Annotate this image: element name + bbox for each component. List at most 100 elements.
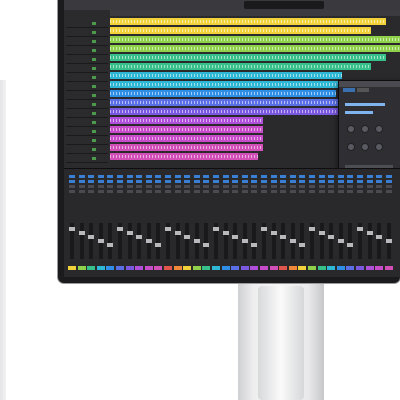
channel-strip	[298, 171, 307, 275]
plugin-slot	[232, 190, 239, 193]
track-header	[66, 20, 108, 28]
channel-strip	[336, 171, 345, 275]
channel-name-tag	[327, 266, 336, 270]
track-level-indicator	[92, 58, 96, 61]
plugin-slot	[385, 180, 392, 183]
plugin-slot	[222, 190, 229, 193]
plugin-slot	[366, 180, 373, 183]
fader-cap	[88, 235, 95, 239]
plugin-title-bar	[339, 81, 400, 87]
channel-strip	[106, 171, 115, 275]
plugin-slot	[88, 190, 95, 193]
channel-name-tag	[87, 266, 96, 270]
plugin-slot	[357, 175, 363, 178]
plugin-slot	[165, 190, 171, 193]
channel-name-tag	[183, 266, 192, 270]
fader-cap	[174, 231, 181, 235]
channel-name-tag	[212, 266, 220, 270]
channel-strip	[116, 171, 124, 275]
track-region	[110, 36, 400, 43]
track-level-indicator	[92, 31, 96, 34]
volume-fader	[89, 223, 94, 259]
knob-control	[375, 125, 383, 133]
plugin-slot	[337, 175, 344, 178]
plugin-slot	[145, 185, 152, 188]
plugin-slot	[69, 175, 75, 178]
track-level-indicator	[92, 148, 96, 151]
channel-name-tag	[375, 266, 384, 270]
track-header	[66, 119, 108, 127]
plugin-tab	[343, 88, 355, 92]
track-region	[110, 126, 263, 133]
plugin-slot	[145, 180, 152, 183]
waveform	[110, 29, 371, 32]
track-level-indicator	[92, 85, 96, 88]
channel-strip	[288, 171, 297, 275]
plugin-slot	[280, 175, 287, 178]
knob-control	[375, 143, 383, 151]
plugin-slot	[318, 175, 325, 178]
channel-name-tag	[221, 266, 230, 270]
plugin-slot	[213, 190, 219, 193]
channel-strip	[154, 171, 163, 275]
channel-name-tag	[116, 266, 124, 270]
channel-name-tag	[317, 266, 326, 270]
plugin-slot	[107, 175, 114, 178]
plugin-slot	[136, 180, 143, 183]
plugin-slot	[299, 175, 306, 178]
plugin-slot	[69, 180, 75, 183]
plugin-slot	[366, 185, 373, 188]
channel-name-tag	[77, 266, 86, 270]
plugin-slot	[270, 185, 277, 188]
fader-cap	[280, 235, 287, 239]
track-region	[110, 144, 263, 151]
plugin-slot	[184, 175, 191, 178]
channel-name-tag	[250, 266, 259, 270]
volume-fader	[108, 223, 113, 259]
plugin-slot	[328, 185, 335, 188]
fader-cap	[145, 239, 152, 243]
plugin-slot	[357, 180, 363, 183]
track-level-indicator	[92, 121, 96, 124]
track-region	[110, 81, 348, 88]
channel-strip	[375, 171, 384, 275]
plugin-slot	[203, 175, 210, 178]
plugin-slot	[145, 175, 152, 178]
plugin-slot	[203, 180, 210, 183]
plugin-slot	[107, 190, 114, 193]
volume-fader	[137, 223, 142, 259]
plugin-slot	[376, 175, 383, 178]
plugin-slot	[117, 190, 123, 193]
volume-fader	[271, 223, 276, 259]
mixer-panel	[64, 168, 400, 277]
fader-cap	[289, 239, 296, 243]
channel-strip	[317, 171, 326, 275]
knob-control	[347, 143, 355, 151]
plugin-slot	[174, 180, 181, 183]
fader-cap	[347, 243, 354, 247]
fader-cap	[309, 227, 315, 231]
waveform	[110, 20, 386, 23]
plugin-slot	[88, 185, 95, 188]
fader-cap	[299, 243, 306, 247]
channel-name-tag	[202, 266, 211, 270]
track-level-indicator	[92, 94, 96, 97]
plugin-slot	[136, 175, 143, 178]
plugin-slot	[376, 190, 383, 193]
plugin-slot	[126, 185, 133, 188]
channel-strip	[173, 171, 182, 275]
plugin-slot	[88, 175, 95, 178]
plugin-slot	[69, 185, 75, 188]
plugin-slot	[165, 180, 171, 183]
volume-fader	[377, 223, 382, 259]
plugin-slot	[232, 180, 239, 183]
channel-name-tag	[96, 266, 105, 270]
fader-cap	[126, 231, 133, 235]
volume-fader	[233, 223, 238, 259]
waveform	[110, 56, 386, 59]
plugin-slot	[261, 185, 267, 188]
plugin-slot	[261, 180, 267, 183]
volume-fader	[300, 223, 305, 259]
knob-control	[361, 125, 369, 133]
plugin-slot	[174, 185, 181, 188]
